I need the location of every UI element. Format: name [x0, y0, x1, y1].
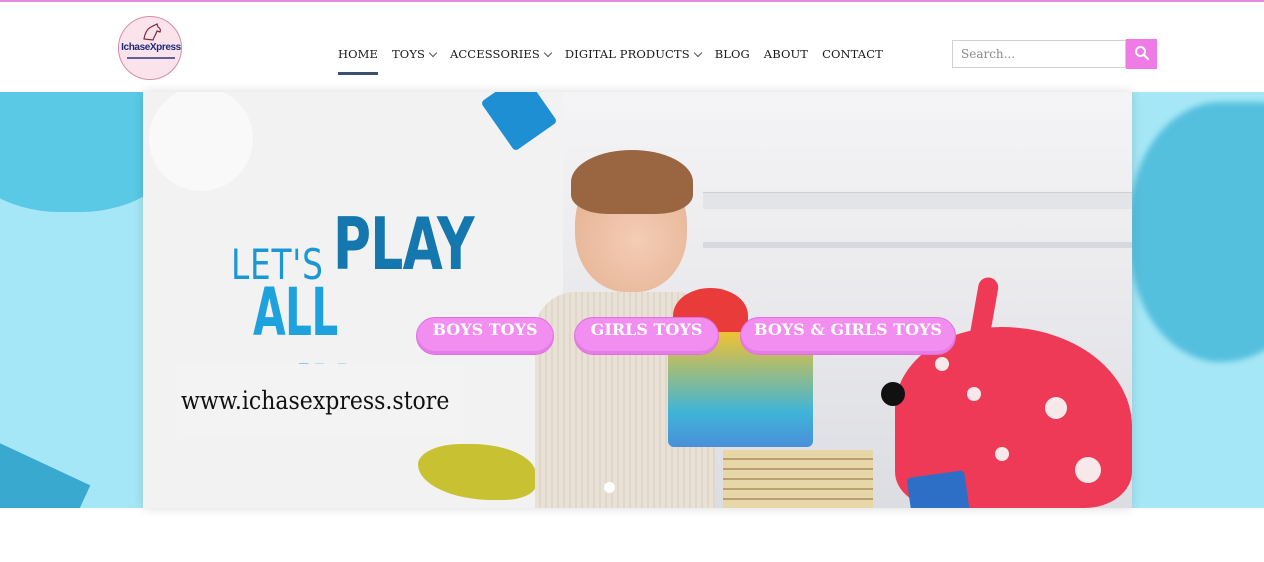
nav-item-accessories[interactable]: ACCESSORIES	[450, 47, 553, 61]
store-url-text: www.ichasexpress.store	[181, 386, 450, 415]
background-blob	[0, 426, 91, 508]
dog-spot	[935, 357, 949, 371]
nav-item-label: ABOUT	[763, 47, 809, 61]
logo-text: IchaseXpress	[121, 42, 181, 53]
photo-shelf	[703, 242, 1132, 248]
search-bar	[952, 39, 1157, 69]
search-icon	[1134, 45, 1149, 60]
toy-dog-nose	[881, 382, 905, 406]
dog-spot	[1045, 397, 1067, 419]
nav-item-label: CONTACT	[822, 47, 883, 61]
nav-item-home[interactable]: HOME	[338, 47, 379, 75]
chevron-down-icon	[543, 48, 553, 57]
slider-dot[interactable]	[604, 482, 615, 493]
search-button[interactable]	[1126, 39, 1157, 69]
nav-item-about[interactable]: ABOUT	[764, 47, 808, 61]
nav-item-label: TOYS	[392, 47, 425, 61]
photo-shelf	[703, 192, 1132, 209]
background-blob	[1130, 102, 1264, 362]
logo-underline	[127, 57, 175, 59]
nav-item-contact[interactable]: CONTACT	[822, 47, 883, 61]
nav-item-label: HOME	[338, 47, 379, 61]
horse-logo-icon	[143, 23, 161, 41]
dog-spot	[967, 387, 981, 401]
dog-spot	[995, 447, 1009, 461]
search-input[interactable]	[952, 40, 1126, 68]
chevron-down-icon	[428, 48, 438, 57]
site-header: IchaseXpress HOME TOYS ACCESSORIES DIGIT…	[0, 2, 1264, 93]
hero-slide: LET'S PLAY ALL DAY www.ichasexpress.stor…	[143, 92, 1132, 508]
lego-block-image	[480, 92, 558, 152]
lego-block-image	[906, 470, 970, 508]
store-url-box: www.ichasexpress.store	[177, 364, 463, 434]
nav-item-label: BLOG	[714, 47, 750, 61]
nav-item-label: DIGITAL PRODUCTS	[564, 47, 690, 61]
girls-toys-button[interactable]: GIRLS TOYS	[574, 317, 719, 355]
chevron-down-icon	[693, 48, 702, 57]
child-photo-hair	[571, 150, 693, 214]
boys-toys-button[interactable]: BOYS TOYS	[416, 317, 554, 355]
boys-and-girls-toys-button[interactable]: BOYS & GIRLS TOYS	[740, 317, 956, 355]
main-nav: HOME TOYS ACCESSORIES DIGITAL PRODUCTS B…	[338, 42, 897, 75]
paint-brush-stroke	[418, 444, 536, 500]
site-logo[interactable]: IchaseXpress	[118, 16, 182, 80]
nav-item-blog[interactable]: BLOG	[715, 47, 750, 61]
dog-spot	[1075, 457, 1101, 483]
decorative-circle	[149, 92, 253, 191]
nav-item-label: ACCESSORIES	[450, 47, 540, 61]
nav-item-toys[interactable]: TOYS	[392, 47, 438, 61]
nav-item-digital-products[interactable]: DIGITAL PRODUCTS	[564, 47, 702, 61]
books-image	[723, 450, 873, 508]
